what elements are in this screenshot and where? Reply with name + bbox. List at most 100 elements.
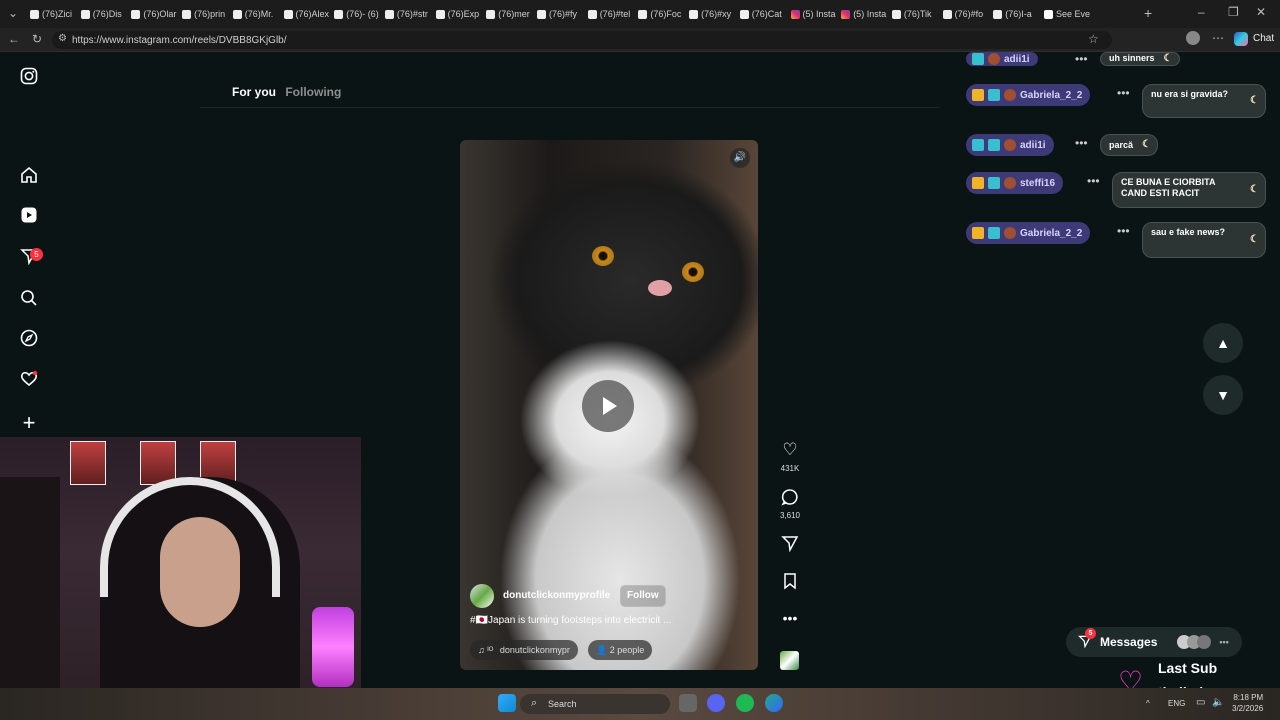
tiktok-favicon-icon	[689, 9, 699, 19]
profile-avatar[interactable]	[1186, 31, 1200, 45]
browser-tab[interactable]: (76)- (6)	[334, 4, 381, 24]
explore-icon[interactable]	[17, 329, 41, 353]
home-icon[interactable]	[17, 166, 41, 190]
messages-button[interactable]: 5 Messages •••	[1066, 627, 1242, 657]
audio-thumbnail[interactable]	[780, 651, 799, 670]
play-button[interactable]	[582, 380, 634, 432]
instagram-logo-icon[interactable]	[17, 67, 41, 91]
reel-caption: #🇯🇵Japan is turning footsteps into elect…	[470, 615, 697, 626]
tiktok-favicon-icon	[942, 9, 952, 19]
tray-chevron-up-icon[interactable]: ^	[1146, 699, 1150, 708]
notifications-heart-icon[interactable]	[17, 370, 41, 394]
tab-for-you[interactable]: For you	[232, 85, 276, 99]
author-avatar[interactable]	[470, 584, 494, 608]
browser-tab-label: (76)Dis	[92, 9, 122, 19]
browser-tab-label: (76)prin	[194, 9, 226, 19]
browser-tab-label: (76)Zici	[42, 9, 73, 19]
chat-user-badge: Gabriela_2_2	[966, 222, 1091, 244]
volume-icon[interactable]: 🔊	[730, 148, 750, 168]
browser-tab[interactable]: (76)Zici	[30, 4, 77, 24]
back-icon[interactable]: ←	[8, 32, 20, 46]
browser-tab[interactable]: (76)Exp	[435, 4, 483, 24]
header-divider	[200, 107, 940, 108]
follow-button[interactable]: Follow	[620, 585, 666, 607]
next-reel-chevron-down-icon[interactable]: ▼	[1203, 375, 1243, 415]
spotify-icon[interactable]	[736, 694, 754, 712]
author-username[interactable]: donutclickonmyprofile	[503, 590, 610, 601]
moon-icon: ☾	[1142, 139, 1152, 150]
chat-username: Gabriela_2_2	[1020, 227, 1083, 239]
like-heart-icon[interactable]: ♡	[779, 440, 801, 460]
taskbar-search[interactable]: Search	[520, 694, 670, 714]
menu-icon[interactable]: ⋯	[1212, 31, 1224, 45]
browser-tab[interactable]: (76)Mr.	[232, 4, 280, 24]
browser-tab[interactable]: (76)Olar	[131, 4, 178, 24]
copilot-icon[interactable]	[1234, 32, 1248, 46]
tab-list-icon[interactable]: ⌄	[8, 6, 18, 20]
tiktok-favicon-icon	[486, 9, 496, 19]
browser-tab[interactable]: (76)#tel	[587, 4, 635, 24]
save-bookmark-icon[interactable]	[779, 572, 801, 595]
chat-message: parcă ☾	[1100, 134, 1159, 156]
chat-username: adii1i	[1020, 139, 1046, 151]
reels-icon[interactable]	[17, 206, 41, 230]
browser-tab[interactable]: (5) Insta	[841, 4, 888, 24]
browser-tab[interactable]: (76)#fo	[942, 4, 990, 24]
messages-more-icon[interactable]: •••	[1219, 637, 1228, 647]
reload-icon[interactable]: ↻	[32, 32, 42, 46]
tagged-people-pill[interactable]: 👤 2 people	[588, 640, 653, 660]
task-view-icon[interactable]	[679, 694, 697, 712]
browser-tab-label: (76)#str	[396, 9, 428, 19]
browser-tab[interactable]: (76)prin	[182, 4, 229, 24]
favorite-star-icon[interactable]: ☆	[1088, 32, 1099, 46]
comment-count: 3,610	[779, 511, 801, 520]
tab-following[interactable]: Following	[285, 85, 341, 99]
browser-tab[interactable]: (5) Insta	[790, 4, 838, 24]
caption-more-link[interactable]: more	[674, 615, 697, 626]
browser-tab[interactable]: (76)#xy	[689, 4, 736, 24]
browser-tab[interactable]: (76)Tik	[891, 4, 939, 24]
chat-dots-icon: •••	[1087, 174, 1100, 188]
search-icon[interactable]	[17, 289, 41, 313]
reel-video[interactable]: 🔊 donutclickonmyprofile Follow #🇯🇵Japan …	[460, 140, 758, 670]
browser-tab[interactable]: (76)I-a	[993, 4, 1040, 24]
maximize-icon[interactable]: ❐	[1228, 5, 1239, 19]
previous-reel-chevron-up-icon[interactable]: ▲	[1203, 323, 1243, 363]
browser-tab[interactable]: (76)#fy	[537, 4, 584, 24]
discord-icon[interactable]	[707, 694, 725, 712]
site-info-icon[interactable]: ⚙	[58, 33, 67, 44]
audio-pill[interactable]: ♫ ᴵᴼ donutclickonmypr	[470, 640, 578, 660]
chat-button[interactable]: Chat	[1253, 33, 1274, 44]
browser-tab[interactable]: See Eve	[1044, 4, 1091, 24]
browser-tab-label: (76)- (6)	[346, 9, 379, 19]
browser-tab[interactable]: (76)Cat	[739, 4, 787, 24]
network-icon[interactable]: ▭	[1196, 697, 1205, 708]
chat-dots-icon: •••	[1117, 86, 1130, 100]
browser-tab[interactable]: (76)Dis	[80, 4, 128, 24]
comment-icon[interactable]	[779, 488, 801, 511]
address-bar: ← ↻ ⚙ https://www.instagram.com/reels/DV…	[0, 28, 1280, 52]
browser-tab[interactable]: (76)Foc	[638, 4, 685, 24]
speaker-icon[interactable]: 🔈	[1212, 697, 1224, 708]
browser-tab-label: (76)I-a	[1005, 9, 1032, 19]
more-options-icon[interactable]: •••	[779, 610, 801, 626]
new-tab-icon[interactable]: +	[1144, 5, 1152, 21]
edge-icon[interactable]	[765, 694, 783, 712]
windows-start-icon[interactable]	[498, 694, 516, 712]
clock-date: 3/2/2026	[1232, 704, 1264, 713]
close-window-icon[interactable]: ✕	[1256, 5, 1266, 19]
minimize-icon[interactable]: –	[1198, 5, 1205, 19]
tiktok-favicon-icon	[891, 9, 901, 19]
browser-tab-bar: ⌄ (76)Zici (76)Dis (76)Olar (76)prin (76)Mr.…	[0, 0, 1280, 28]
create-plus-icon[interactable]: +	[17, 411, 41, 435]
browser-tab[interactable]: (76)Alex	[283, 4, 331, 24]
moon-icon: ☾	[1250, 184, 1259, 195]
chat-dots-icon: •••	[1075, 136, 1088, 150]
browser-tab[interactable]: (76)mer	[486, 4, 533, 24]
share-icon[interactable]	[779, 534, 801, 557]
browser-tab[interactable]: (76)#str	[384, 4, 432, 24]
cat-eye-right	[682, 262, 704, 282]
taskbar-clock[interactable]: 8:18 PM 3/2/2026	[1232, 692, 1263, 714]
browser-tab-label: (76)mer	[498, 9, 530, 19]
language-indicator[interactable]: ENG	[1168, 699, 1185, 708]
